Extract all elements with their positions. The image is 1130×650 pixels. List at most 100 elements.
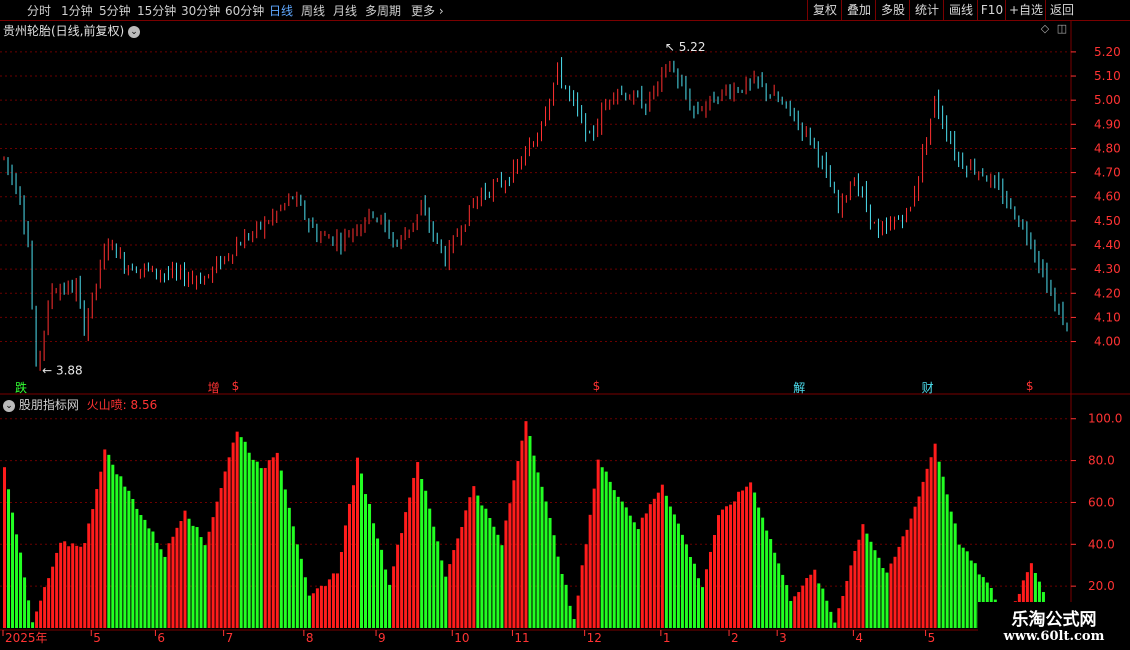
indicator-bar-1: [7, 489, 11, 628]
indicator-bar-173: [696, 578, 700, 628]
indicator-bar-172: [692, 563, 696, 628]
indicator-bar-49: [199, 537, 203, 628]
indicator-bar-191: [769, 539, 773, 628]
indicator-bar-73: [295, 544, 299, 628]
indicator-bar-136: [548, 517, 552, 628]
indicator-bar-88: [355, 457, 360, 628]
time-tick-label-8: 12: [587, 631, 602, 645]
time-tick-label-1: 5: [93, 631, 101, 645]
indicator-bar-61: [247, 452, 251, 628]
indicator-bar-164: [660, 484, 664, 628]
time-tick-label-12: 4: [855, 631, 863, 645]
indicator-bar-96: [388, 584, 392, 628]
indicator-bar-72: [291, 526, 295, 628]
indicator-bar-184: [741, 490, 745, 628]
signal-marker-6: $: [1025, 379, 1034, 393]
indicator-bar-208: [837, 608, 841, 628]
indicator-bar-154: [620, 501, 624, 628]
indicator-bar-162: [652, 498, 656, 628]
indicator-bar-178: [717, 515, 721, 628]
indicator-bar-170: [684, 544, 688, 628]
indicator-bar-242: [973, 563, 977, 628]
indicator-bar-240: [965, 551, 969, 628]
indicator-bar-101: [408, 497, 412, 628]
indicator-bar-53: [215, 501, 219, 628]
indicator-bar-20: [83, 543, 87, 628]
indicator-bar-91: [368, 504, 372, 628]
indicator-bar-219: [881, 568, 885, 628]
indicator-bar-16: [67, 546, 71, 628]
indicator-bar-103: [416, 462, 420, 628]
indicator-bar-23: [95, 489, 99, 628]
indicator-bar-202: [813, 569, 817, 628]
indicator-bar-177: [712, 534, 717, 628]
indicator-bar-116: [468, 497, 472, 628]
indicator-bar-39: [159, 549, 163, 628]
indicator-bar-141: [568, 605, 572, 628]
indicator-bar-43: [175, 527, 179, 628]
signal-marker-0: 跌: [15, 381, 28, 395]
indicator-bar-21: [87, 523, 91, 628]
indicator-bar-204: [821, 588, 825, 628]
indicator-bar-223: [897, 546, 901, 628]
indicator-bar-109: [440, 560, 444, 628]
indicator-bar-28: [115, 474, 119, 628]
chevron-down-icon[interactable]: ⌄: [128, 25, 141, 38]
indicator-bar-235: [945, 494, 949, 628]
indicator-bar-68: [275, 452, 279, 628]
indicator-bar-161: [648, 504, 652, 628]
indicator-bar-144: [580, 565, 584, 628]
indicator-bar-205: [825, 600, 829, 628]
indicator-bar-35: [143, 519, 147, 628]
indicator-bar-199: [801, 585, 805, 628]
indicator-bar-79: [319, 585, 323, 628]
indicator-bar-84: [339, 551, 343, 628]
indicator-bar-130: [524, 421, 528, 628]
indicator-bar-228: [917, 496, 921, 628]
time-tick-label-11: 3: [779, 631, 787, 645]
indicator-bar-14: [59, 542, 63, 628]
indicator-bar-0: [3, 467, 7, 628]
indicator-bar-97: [392, 566, 396, 628]
indicator-bar-233: [937, 461, 941, 628]
indicator-bar-192: [773, 552, 777, 628]
indicator-bar-85: [343, 525, 347, 628]
indicator-bar-169: [680, 534, 684, 628]
indicator-bar-203: [817, 583, 821, 628]
window-restore-icon[interactable]: ◫: [1056, 23, 1068, 35]
indicator-bar-5: [23, 577, 27, 628]
indicator-value: 8.56: [130, 398, 158, 412]
chevron-down-icon[interactable]: ⌄: [3, 399, 15, 412]
indicator-bar-181: [729, 504, 733, 628]
indicator-bar-221: [889, 563, 893, 628]
indicator-bar-151: [608, 481, 612, 628]
indicator-bar-224: [901, 536, 905, 628]
indicator-bar-190: [765, 530, 769, 628]
indicator-bar-150: [604, 471, 608, 628]
time-tick-label-3: 7: [226, 631, 234, 645]
indicator-bar-115: [464, 510, 468, 628]
indicator-bar-104: [420, 478, 424, 628]
indicator-bar-142: [572, 619, 576, 628]
indicator-bar-167: [672, 514, 676, 628]
indicator-bar-34: [139, 515, 143, 628]
indicator-bar-131: [528, 436, 532, 628]
indicator-bar-38: [155, 542, 159, 628]
price-tick-label-1: 4.10: [1094, 310, 1121, 324]
indicator-bar-176: [708, 551, 712, 628]
indicator-bar-18: [75, 545, 79, 628]
indicator-bar-94: [380, 549, 384, 628]
indicator-bar-32: [131, 498, 135, 628]
time-tick-label-9: 1: [663, 631, 671, 645]
indicator-bar-157: [632, 522, 636, 628]
indicator-bar-33: [135, 508, 139, 628]
indicator-bar-57: [231, 442, 235, 628]
indicator-bar-114: [460, 527, 464, 628]
indicator-bar-222: [893, 556, 897, 628]
indicator-bar-217: [873, 550, 877, 628]
indicator-bar-201: [809, 574, 813, 628]
diamond-icon[interactable]: ◇: [1039, 23, 1051, 35]
indicator-bar-108: [436, 541, 440, 628]
indicator-bar-139: [560, 573, 564, 628]
indicator-bar-145: [584, 544, 588, 628]
